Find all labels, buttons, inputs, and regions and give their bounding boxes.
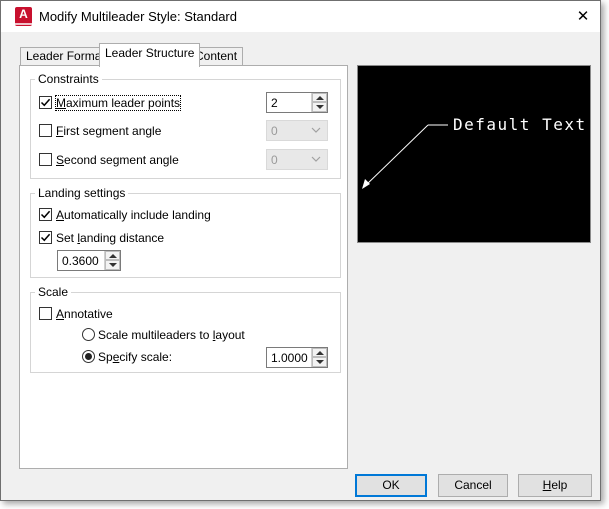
tab-leader-structure[interactable]: Leader Structure xyxy=(99,43,201,67)
scale-to-layout-label: Scale multileaders to layout xyxy=(98,328,245,342)
scale-title: Scale xyxy=(35,285,72,299)
second-segment-angle-value: 0 xyxy=(271,153,278,167)
landing-settings-title: Landing settings xyxy=(35,186,129,200)
landing-distance-value: 0.3600 xyxy=(62,254,99,268)
second-segment-angle-label: Second segment angle xyxy=(56,153,179,167)
max-leader-points-checkbox[interactable] xyxy=(39,96,52,109)
preview-default-text: Default Text xyxy=(453,115,587,134)
autocad-app-icon: A xyxy=(15,7,32,26)
spin-up-icon[interactable] xyxy=(312,348,327,357)
constraints-group: Constraints Maximum leader points 2 Firs… xyxy=(30,72,341,179)
spin-down-icon[interactable] xyxy=(105,260,120,270)
spin-down-icon[interactable] xyxy=(312,102,327,112)
preview-pane xyxy=(357,65,591,243)
first-segment-angle-label: First segment angle xyxy=(56,124,162,138)
constraints-title: Constraints xyxy=(35,72,102,86)
leader-structure-panel: Constraints Maximum leader points 2 Firs… xyxy=(19,65,348,469)
landing-settings-group: Landing settings Automatically include l… xyxy=(30,186,341,278)
set-landing-distance-label: Set landing distance xyxy=(56,231,165,245)
scale-group: Scale Annotative Scale multileaders to l… xyxy=(30,285,341,373)
second-segment-angle-checkbox[interactable] xyxy=(39,153,52,166)
spin-up-icon[interactable] xyxy=(105,251,120,260)
second-segment-angle-select[interactable]: 0 xyxy=(266,149,328,170)
max-leader-points-label: Maximum leader points xyxy=(54,95,182,111)
spin-up-icon[interactable] xyxy=(312,93,327,102)
auto-include-landing-label: Automatically include landing xyxy=(56,208,211,222)
chevron-down-icon xyxy=(311,156,321,162)
help-button[interactable]: Help xyxy=(518,474,592,497)
max-leader-points-stepper[interactable]: 2 xyxy=(266,92,328,113)
annotative-label: Annotative xyxy=(56,307,113,321)
specify-scale-label: Specify scale: xyxy=(98,350,173,364)
tab-leader-format[interactable]: Leader Format xyxy=(20,47,111,65)
spin-down-icon[interactable] xyxy=(312,357,327,367)
first-segment-angle-value: 0 xyxy=(271,124,278,138)
specify-scale-stepper[interactable]: 1.0000 xyxy=(266,347,328,368)
landing-distance-stepper[interactable]: 0.3600 xyxy=(57,250,121,271)
app-icon-letter: A xyxy=(19,7,28,21)
title-bar[interactable]: A Modify Multileader Style: Standard ✕ xyxy=(1,1,600,32)
specify-scale-radio[interactable] xyxy=(82,350,95,363)
leader-arrow-graphic xyxy=(362,124,448,189)
close-icon[interactable]: ✕ xyxy=(571,5,595,29)
chevron-down-icon xyxy=(311,127,321,133)
first-segment-angle-select[interactable]: 0 xyxy=(266,120,328,141)
dialog-window: A Modify Multileader Style: Standard ✕ L… xyxy=(0,0,601,501)
cancel-button[interactable]: Cancel xyxy=(438,474,508,497)
tab-leader-structure-label: Leader Structure xyxy=(105,46,195,60)
auto-include-landing-checkbox[interactable] xyxy=(39,208,52,221)
set-landing-distance-checkbox[interactable] xyxy=(39,231,52,244)
scale-to-layout-radio[interactable] xyxy=(82,328,95,341)
window-title: Modify Multileader Style: Standard xyxy=(39,9,237,24)
first-segment-angle-checkbox[interactable] xyxy=(39,124,52,137)
specify-scale-value: 1.0000 xyxy=(271,351,308,365)
annotative-checkbox[interactable] xyxy=(39,307,52,320)
max-leader-points-value: 2 xyxy=(271,96,278,110)
ok-button[interactable]: OK xyxy=(355,474,427,497)
